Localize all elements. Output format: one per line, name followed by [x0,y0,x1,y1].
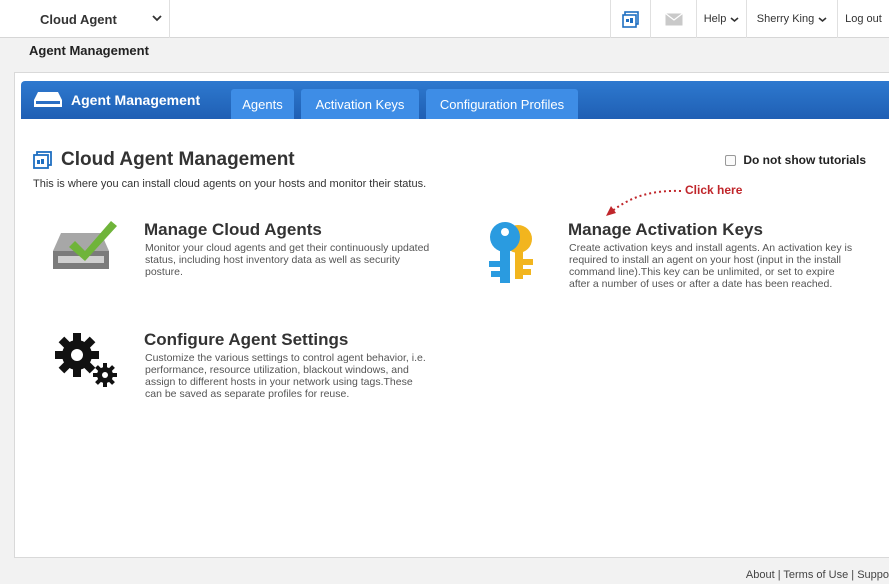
hard-drive-icon [34,92,62,107]
user-menu[interactable]: Sherry King [746,0,837,38]
tutorials-toggle[interactable]: Do not show tutorials [725,153,866,167]
chevron-down-icon [152,15,162,22]
main-panel: Agent Management Agents Activation Keys … [14,72,889,558]
dashboard-icon [33,150,52,169]
page-title: Cloud Agent Management [61,149,295,170]
support-link[interactable]: Suppo [857,569,889,581]
tutorials-label: Do not show tutorials [743,153,866,167]
help-label: Help [703,13,727,25]
terms-link[interactable]: Terms of Use [783,569,848,581]
dotted-arrow-icon [606,189,682,216]
app-switcher[interactable]: Cloud Agent [14,0,170,38]
app-name: Cloud Agent [40,11,117,27]
tutorials-checkbox[interactable] [725,154,737,166]
manage-activation-keys-title[interactable]: Manage Activation Keys [568,220,763,240]
tab-activation-keys-label: Activation Keys [315,96,405,112]
manage-cloud-agents-title[interactable]: Manage Cloud Agents [144,220,322,240]
page-subtitle: This is where you can install cloud agen… [33,178,427,190]
logout-link[interactable]: Log out [837,0,889,38]
module-title[interactable]: Agent Management [33,81,200,119]
dashboard-icon[interactable] [610,0,650,38]
tab-agents[interactable]: Agents [231,89,294,119]
tab-bar: Agent Management Agents Activation Keys … [21,81,889,119]
top-bar: Cloud Agent Help Sherry King Log out [0,0,889,38]
configure-agent-settings-title[interactable]: Configure Agent Settings [144,330,348,350]
module-title-label: Agent Management [71,92,201,108]
configure-agent-settings-desc: Customize the various settings to contro… [145,352,426,400]
about-link[interactable]: About [746,569,775,581]
chevron-down-icon [730,16,739,22]
page-header: Cloud Agent Management [33,149,295,171]
cloud-agent-check-icon[interactable] [51,219,119,275]
mail-icon[interactable] [650,0,696,38]
tab-configuration-profiles-label: Configuration Profiles [439,96,565,112]
chevron-down-icon [818,16,827,22]
logout-label: Log out [845,13,882,25]
footer: About | Terms of Use | Suppo [746,569,889,581]
manage-activation-keys-desc: Create activation keys and install agent… [569,242,853,290]
gears-icon[interactable] [53,331,121,389]
tab-agents-label: Agents [242,96,283,112]
tab-configuration-profiles[interactable]: Configuration Profiles [426,89,578,119]
user-name: Sherry King [756,13,815,25]
manage-cloud-agents-desc: Monitor your cloud agents and get their … [145,242,430,278]
tab-activation-keys[interactable]: Activation Keys [301,89,419,119]
click-here-hint: Click here [685,183,743,197]
keys-icon[interactable] [485,219,549,285]
breadcrumb: Agent Management [29,43,149,58]
help-menu[interactable]: Help [696,0,746,38]
